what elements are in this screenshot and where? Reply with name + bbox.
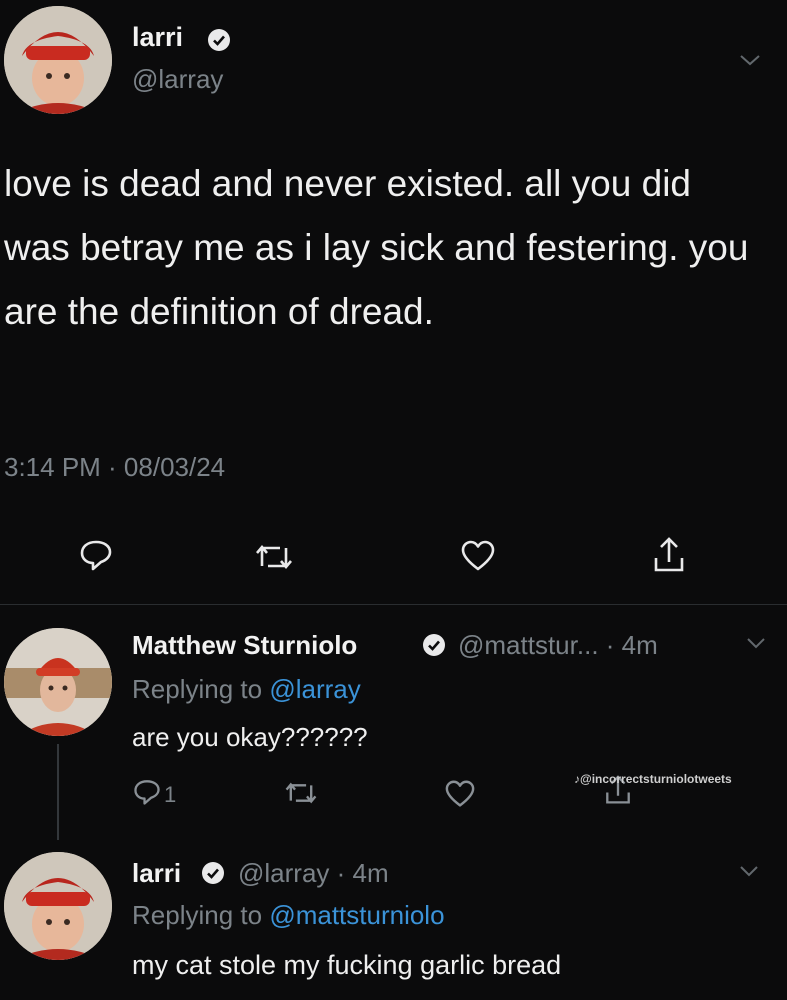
reply-icon[interactable] (78, 538, 114, 572)
avatar-matthew[interactable] (4, 628, 112, 736)
avatar-larri[interactable] (4, 852, 112, 960)
handle[interactable]: @larray (132, 64, 223, 95)
thread-line (57, 744, 59, 840)
like-icon[interactable] (444, 780, 476, 808)
avatar-image (4, 6, 112, 114)
replying-to: Replying to @mattsturniolo (132, 900, 445, 931)
replying-prefix: Replying to (132, 900, 270, 930)
reply-count: 1 (164, 782, 177, 807)
display-name[interactable]: larri (132, 22, 183, 53)
share-icon[interactable] (652, 536, 686, 574)
watermark-text: @incorrectsturniolotweets (580, 772, 732, 786)
replying-to-link[interactable]: @mattsturniolo (269, 900, 444, 930)
handle-time[interactable]: @larray · 4m (238, 858, 389, 889)
replying-to-link[interactable]: @larray (269, 674, 360, 704)
avatar-larri[interactable] (4, 6, 112, 114)
watermark: ♪@incorrectsturniolotweets (574, 772, 732, 786)
reply-text: my cat stole my fucking garlic bread (132, 950, 562, 980)
tweet-text: love is dead and never existed. all you … (4, 163, 749, 332)
replying-prefix: Replying to (132, 674, 270, 704)
chevron-down-icon[interactable] (738, 864, 760, 878)
chevron-down-icon[interactable] (745, 636, 767, 650)
chevron-down-icon[interactable] (738, 52, 762, 68)
avatar-image (4, 852, 112, 960)
divider (0, 604, 787, 605)
replying-to: Replying to @larray (132, 674, 361, 705)
display-name[interactable]: Matthew Sturniolo (132, 630, 357, 661)
verified-badge-icon (201, 861, 225, 890)
tweet-timestamp: 3:14 PM · 08/03/24 (4, 452, 226, 482)
handle-time[interactable]: @mattstur... · 4m (458, 630, 658, 661)
verified-badge-icon (422, 633, 446, 662)
reply-icon[interactable] (132, 778, 162, 806)
retweet-icon[interactable] (284, 780, 318, 806)
reply-text: are you okay?????? (132, 722, 368, 752)
display-name[interactable]: larri (132, 858, 181, 889)
retweet-icon[interactable] (254, 542, 294, 572)
like-icon[interactable] (460, 540, 496, 572)
avatar-image (4, 628, 112, 736)
verified-badge-icon (207, 28, 231, 57)
